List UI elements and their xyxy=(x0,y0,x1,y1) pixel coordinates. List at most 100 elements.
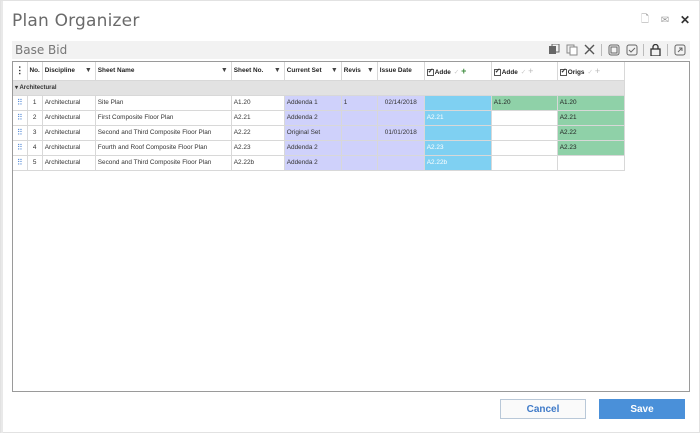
cell-current-set[interactable]: Addenda 1 xyxy=(284,95,342,111)
cell-sheet-no[interactable]: A1.20 xyxy=(231,95,285,111)
cell-addendum-1[interactable] xyxy=(424,125,492,141)
group-row[interactable]: ▾ Architectural xyxy=(13,80,625,96)
cell-sheet-no[interactable]: A2.21 xyxy=(231,110,285,126)
cell-sheet-no[interactable]: A2.22 xyxy=(231,125,285,141)
filter-icon[interactable]: ▼ xyxy=(221,67,228,74)
cell-addendum-2[interactable] xyxy=(491,125,558,141)
cell-current-set[interactable]: Addenda 2 xyxy=(284,110,342,126)
checkbox-icon[interactable] xyxy=(493,67,501,76)
column-header-sheet-no[interactable]: Sheet No. ▼ xyxy=(231,62,285,81)
column-label: Origs xyxy=(567,68,585,76)
cell-sheet-no[interactable]: A2.23 xyxy=(231,140,285,156)
cell-no: 1 xyxy=(27,95,43,111)
table-row[interactable]: ⠿ 1 Architectural Site Plan A1.20 Addend… xyxy=(13,95,625,111)
cell-issue-date[interactable]: 01/01/2018 xyxy=(377,125,425,141)
delete-icon[interactable] xyxy=(583,43,596,56)
cell-sheet-no[interactable]: A2.22b xyxy=(231,155,285,171)
page-check-icon[interactable] xyxy=(625,43,638,56)
new-document-icon[interactable]: 🗋 xyxy=(639,14,651,26)
save-button[interactable]: Save xyxy=(599,399,685,419)
cell-original[interactable]: A1.20 xyxy=(557,95,625,111)
column-header-discipline[interactable]: Discipline ▼ xyxy=(42,62,96,81)
cell-current-set[interactable]: Addenda 2 xyxy=(284,155,342,171)
drag-handle-icon[interactable]: ⠿ xyxy=(13,95,28,111)
cell-addendum-2[interactable] xyxy=(491,110,558,126)
table-row[interactable]: ⠿ 5 Architectural Second and Third Compo… xyxy=(13,155,625,171)
drag-handle-icon[interactable]: ⠿ xyxy=(13,125,28,141)
cell-addendum-1[interactable]: A2.22b xyxy=(424,155,492,171)
cell-discipline[interactable]: Architectural xyxy=(42,95,96,111)
filter-icon[interactable]: ▼ xyxy=(85,67,92,74)
cell-addendum-1[interactable] xyxy=(424,95,492,111)
cell-original[interactable]: A2.21 xyxy=(557,110,625,126)
check-icon[interactable]: ✓ xyxy=(588,69,593,76)
cell-original[interactable] xyxy=(557,155,625,171)
checkbox-icon[interactable] xyxy=(559,67,567,76)
drag-handle-icon[interactable]: ⠿ xyxy=(13,155,28,171)
cell-issue-date[interactable] xyxy=(377,140,425,156)
column-header-addendum-2[interactable]: Adde✓+ xyxy=(491,62,558,81)
cell-original[interactable]: A2.23 xyxy=(557,140,625,156)
cell-discipline[interactable]: Architectural xyxy=(42,110,96,126)
cancel-button[interactable]: Cancel xyxy=(500,399,586,419)
cell-addendum-2[interactable] xyxy=(491,140,558,156)
add-icon[interactable]: + xyxy=(595,66,600,76)
cell-current-set[interactable]: Original Set xyxy=(284,125,342,141)
cell-discipline[interactable]: Architectural xyxy=(42,125,96,141)
column-header-revis[interactable]: Revis ▼ xyxy=(341,62,378,81)
filter-icon[interactable]: ▼ xyxy=(331,67,338,74)
cell-issue-date[interactable] xyxy=(377,155,425,171)
cell-sheet-name[interactable]: First Composite Floor Plan xyxy=(95,110,232,126)
table-row[interactable]: ⠿ 4 Architectural Fourth and Roof Compos… xyxy=(13,140,625,156)
cell-addendum-1[interactable]: A2.23 xyxy=(424,140,492,156)
cell-sheet-name[interactable]: Fourth and Roof Composite Floor Plan xyxy=(95,140,232,156)
copy-icon[interactable] xyxy=(565,43,578,56)
add-icon[interactable]: + xyxy=(528,66,533,76)
sheet-grid: ⋮ No. Discipline ▼ Sheet Name ▼ Sheet No. ▼… xyxy=(12,61,690,392)
cell-sheet-name[interactable]: Second and Third Composite Floor Plan xyxy=(95,125,232,141)
drag-handle-icon[interactable]: ⠿ xyxy=(13,140,28,156)
lock-icon[interactable] xyxy=(649,43,662,56)
cell-original[interactable]: A2.22 xyxy=(557,125,625,141)
cell-discipline[interactable]: Architectural xyxy=(42,140,96,156)
column-header-addendum-1[interactable]: Adde✓+ xyxy=(424,62,492,81)
column-header-no[interactable]: No. xyxy=(27,62,43,81)
table-row[interactable]: ⠿ 2 Architectural First Composite Floor … xyxy=(13,110,625,126)
mail-icon[interactable]: ✉ xyxy=(659,14,671,26)
cell-revis[interactable] xyxy=(341,110,378,126)
cell-revis[interactable] xyxy=(341,155,378,171)
add-icon[interactable]: + xyxy=(461,66,466,76)
check-icon[interactable]: ✓ xyxy=(521,69,526,76)
filter-icon[interactable]: ▼ xyxy=(367,67,374,74)
check-icon[interactable]: ✓ xyxy=(454,69,459,76)
group-header[interactable]: ▾ Architectural xyxy=(13,80,625,96)
checkbox-icon[interactable] xyxy=(426,67,434,76)
column-menu-icon[interactable]: ⋮ xyxy=(13,62,28,81)
cell-addendum-2[interactable]: A1.20 xyxy=(491,95,558,111)
collapse-icon[interactable]: ▾ xyxy=(15,85,18,91)
cell-issue-date[interactable]: 02/14/2018 xyxy=(377,95,425,111)
column-header-issue-date[interactable]: Issue Date xyxy=(377,62,425,81)
drag-handle-icon[interactable]: ⠿ xyxy=(13,110,28,126)
column-header-current-set[interactable]: Current Set ▼ xyxy=(284,62,342,81)
sheet-table: ⋮ No. Discipline ▼ Sheet Name ▼ Sheet No. ▼… xyxy=(13,62,625,171)
cell-sheet-name[interactable]: Site Plan xyxy=(95,95,232,111)
export-icon[interactable] xyxy=(673,43,686,56)
stack-icon[interactable] xyxy=(547,43,560,56)
filter-icon[interactable]: ▼ xyxy=(274,67,281,74)
column-header-sheet-name[interactable]: Sheet Name ▼ xyxy=(95,62,232,81)
column-header-original[interactable]: Origs✓+ xyxy=(557,62,625,81)
cell-addendum-1[interactable]: A2.21 xyxy=(424,110,492,126)
cell-sheet-name[interactable]: Second and Third Composite Floor Plan xyxy=(95,155,232,171)
cell-addendum-2[interactable] xyxy=(491,155,558,171)
cell-issue-date[interactable] xyxy=(377,110,425,126)
grid-toolbar xyxy=(547,43,686,56)
close-icon[interactable]: ✕ xyxy=(679,13,691,27)
cell-revis[interactable] xyxy=(341,140,378,156)
cell-discipline[interactable]: Architectural xyxy=(42,155,96,171)
cell-revis[interactable] xyxy=(341,125,378,141)
page-icon[interactable] xyxy=(607,43,620,56)
cell-revis[interactable]: 1 xyxy=(341,95,378,111)
table-row[interactable]: ⠿ 3 Architectural Second and Third Compo… xyxy=(13,125,625,141)
cell-current-set[interactable]: Addenda 2 xyxy=(284,140,342,156)
